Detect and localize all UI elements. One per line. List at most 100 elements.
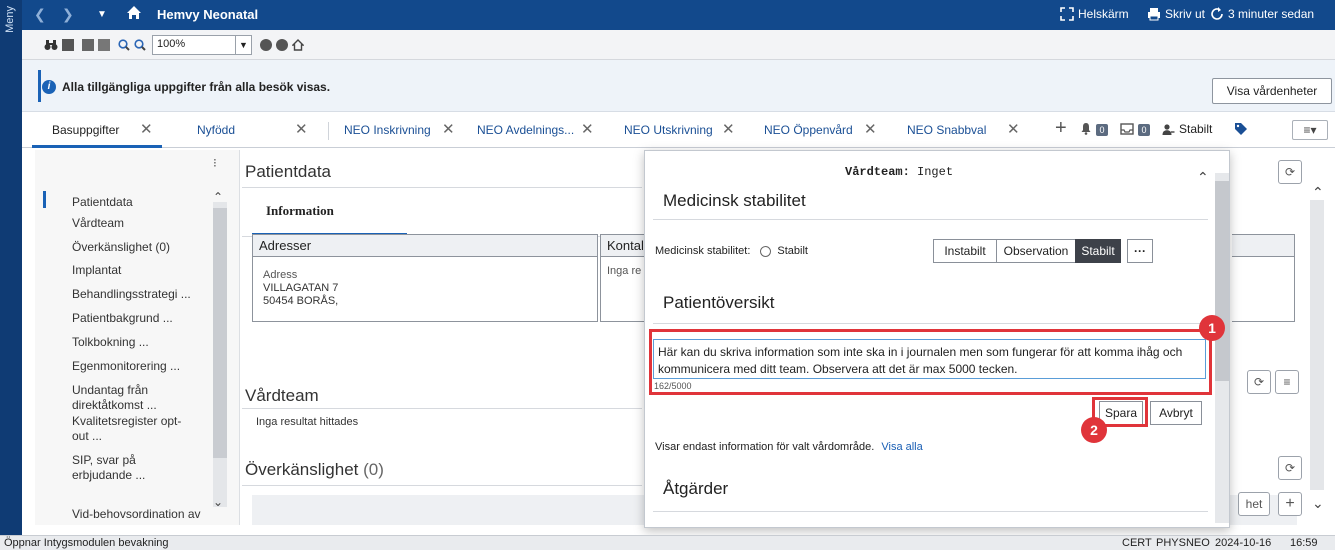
overkanslighet-count: (0): [363, 460, 384, 479]
sidebar-item-egenmonitorering[interactable]: Egenmonitorering ...: [72, 359, 212, 374]
address-line1: VILLAGATAN 7: [263, 282, 339, 294]
refresh-button[interactable]: 3 minuter sedan: [1210, 7, 1314, 21]
callout-badge-2: 2: [1081, 417, 1107, 443]
divider: [242, 187, 642, 188]
sidebar-item-patientbakgrund[interactable]: Patientbakgrund ...: [72, 311, 212, 326]
sidebar-item-vardteam[interactable]: Vårdteam: [72, 216, 212, 231]
sidebar-item-sip[interactable]: SIP, svar på erbjudande ...: [72, 453, 182, 483]
home-icon[interactable]: [126, 5, 142, 23]
seg-instabilt[interactable]: Instabilt: [933, 239, 997, 263]
sidebar-item-implantat[interactable]: Implantat: [72, 263, 212, 278]
tab-nyfodd[interactable]: Nyfödd ✕: [177, 112, 308, 148]
circle-icon-1[interactable]: [260, 39, 272, 51]
tab-menu-button[interactable]: ≡▾: [1292, 120, 1328, 140]
sidebar-item-vid-behov[interactable]: Vid-behovsordination av: [72, 507, 212, 522]
bell-icon[interactable]: [1080, 122, 1092, 138]
show-all-link[interactable]: Visa alla: [881, 441, 922, 453]
contact-text: Inga re: [607, 265, 642, 277]
refresh-overkanslighet-button[interactable]: ⟳: [1278, 456, 1302, 480]
tab-neo-snabbval[interactable]: NEO Snabbval ✕: [895, 112, 1030, 148]
pin-icon[interactable]: ⁝: [213, 156, 217, 170]
bell-count-badge: 0: [1096, 124, 1108, 136]
tab-neo-avdelnings[interactable]: NEO Avdelnings... ✕: [465, 112, 600, 148]
tag-icon[interactable]: [1234, 122, 1248, 139]
add-button[interactable]: +: [1278, 492, 1302, 516]
close-icon[interactable]: ✕: [722, 120, 735, 138]
team-value: Inget: [917, 165, 954, 179]
sidebar-scroll-thumb[interactable]: [213, 208, 227, 458]
tab-neo-utskrivning[interactable]: NEO Utskrivning ✕: [612, 112, 742, 148]
menu-strip[interactable]: Meny: [0, 0, 22, 535]
fullscreen-label: Helskärm: [1078, 7, 1129, 21]
inbox-icon[interactable]: [1120, 123, 1134, 138]
vardteam-menu-button[interactable]: ≡: [1275, 370, 1299, 394]
right-box: [1232, 234, 1295, 322]
vardteam-title: Vårdteam: [245, 386, 319, 405]
sidebar-item-behandlingsstrategi[interactable]: Behandlingsstrategi ...: [72, 287, 212, 302]
tab-basuppgifter[interactable]: Basuppgifter ✕: [32, 112, 162, 148]
page-last-icon[interactable]: [98, 39, 110, 51]
add-tab-icon[interactable]: +: [1055, 117, 1067, 140]
chevron-down-icon[interactable]: ⌄: [1312, 495, 1324, 512]
circle-icon-2[interactable]: [276, 39, 288, 51]
info-banner: i Alla tillgängliga uppgifter från alla …: [22, 60, 1335, 112]
close-icon[interactable]: ✕: [864, 120, 877, 138]
chevron-up-icon[interactable]: ⌃: [1197, 169, 1209, 186]
tab-neo-inskrivning[interactable]: NEO Inskrivning ✕: [332, 112, 462, 148]
tab-label: NEO Snabbval: [907, 123, 987, 137]
sidebar-item-patientdata[interactable]: Patientdata: [72, 195, 212, 210]
tab-information[interactable]: Information: [252, 200, 407, 235]
cancel-button[interactable]: Avbryt: [1150, 401, 1202, 425]
chevron-up-icon[interactable]: ⌃: [1312, 184, 1324, 201]
tab-neo-oppenvard[interactable]: NEO Öppenvård ✕: [752, 112, 892, 148]
stability-title: Medicinsk stabilitet: [663, 191, 806, 210]
close-icon[interactable]: ✕: [1007, 120, 1020, 138]
title-bar: ❮ ❯ ▼ Hemvy Neonatal Helskärm Skriv ut 3…: [22, 0, 1335, 30]
refresh-icon: [1211, 7, 1223, 20]
sidebar-item-kvalitetsregister[interactable]: Kvalitetsregister opt-out ...: [72, 414, 182, 444]
sidebar-item-undantag[interactable]: Undantag från direktåtkomst ...: [72, 383, 182, 413]
chevron-down-icon[interactable]: ⌄: [213, 495, 223, 509]
seg-stabilt[interactable]: Stabilt: [1075, 239, 1121, 263]
popup-scroll-thumb[interactable]: [1215, 181, 1229, 381]
seg-observation[interactable]: Observation: [996, 239, 1076, 263]
sidebar-item-tolkbokning[interactable]: Tolkbokning ...: [72, 335, 212, 350]
stability-field: Medicinsk stabilitet: Stabilt: [655, 245, 808, 257]
divider: [242, 408, 642, 409]
close-icon[interactable]: ✕: [581, 120, 594, 138]
fullscreen-button[interactable]: Helskärm: [1060, 7, 1129, 21]
zoom-in-icon[interactable]: [134, 39, 146, 51]
stability-button[interactable]: Stabilt: [1162, 122, 1212, 136]
tab-bar: Basuppgifter ✕ Nyfödd ✕ NEO Inskrivning …: [22, 112, 1335, 148]
refresh-vardteam-button[interactable]: ⟳: [1247, 370, 1271, 394]
main-scrollbar[interactable]: [1310, 200, 1324, 490]
home-outline-icon[interactable]: [291, 39, 305, 51]
fullscreen-icon: [1060, 7, 1074, 21]
sidebar-active-marker: [43, 191, 46, 208]
print-button[interactable]: Skriv ut: [1147, 7, 1205, 21]
more-options-button[interactable]: ···: [1127, 239, 1153, 263]
filter-text: Visar endast information för valt vårdom…: [655, 441, 875, 453]
visa-vardenheter-button[interactable]: Visa vårdenheter: [1212, 78, 1332, 104]
document-icon[interactable]: [62, 39, 74, 51]
binoculars-icon[interactable]: [44, 39, 58, 51]
sidebar-item-overkanslighet[interactable]: Överkänslighet (0): [72, 240, 212, 255]
close-icon[interactable]: ✕: [442, 120, 455, 138]
tab-label: Basuppgifter: [52, 123, 120, 137]
callout-badge-1: 1: [1199, 315, 1225, 341]
page-first-icon[interactable]: [82, 39, 94, 51]
stability-radio[interactable]: [760, 245, 772, 257]
dropdown-icon[interactable]: ▼: [97, 9, 107, 20]
overkanslighet-button[interactable]: het: [1238, 492, 1270, 516]
status-date: 2024-10-16: [1215, 537, 1272, 549]
zoom-out-icon[interactable]: [118, 39, 130, 51]
address-label: Adress: [263, 269, 298, 281]
zoom-select[interactable]: 100%: [152, 35, 236, 55]
refresh-section-button[interactable]: ⟳: [1278, 160, 1302, 184]
back-icon[interactable]: ❮: [34, 6, 46, 23]
overview-title: Patientöversikt: [663, 293, 775, 312]
chevron-down-icon[interactable]: ▼: [236, 35, 252, 55]
close-icon[interactable]: ✕: [295, 120, 308, 138]
close-icon[interactable]: ✕: [140, 120, 153, 138]
forward-icon[interactable]: ❯: [62, 6, 74, 23]
